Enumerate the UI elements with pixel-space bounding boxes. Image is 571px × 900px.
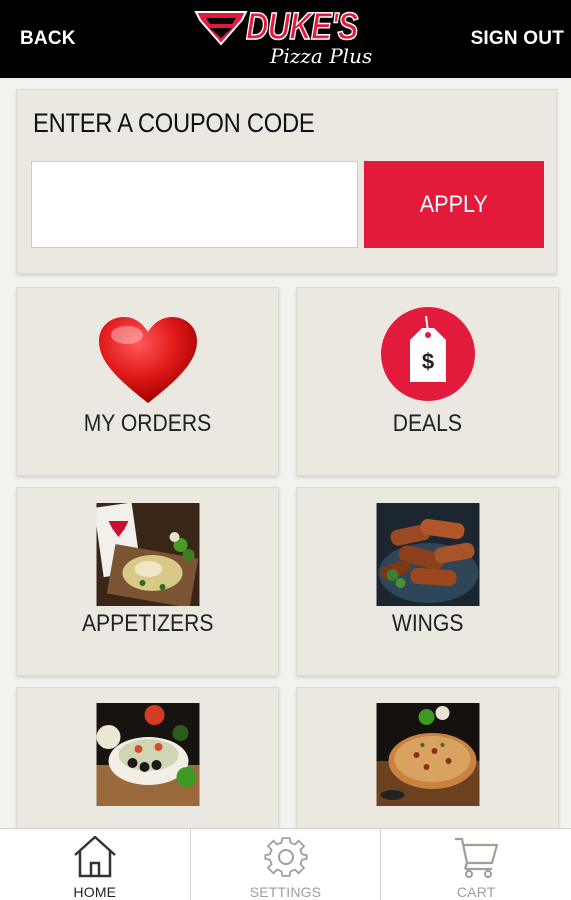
- tab-label: SETTINGS: [249, 884, 322, 900]
- gear-icon: [263, 837, 308, 877]
- price-tag-icon: $: [381, 307, 475, 401]
- app-header: BACK DUKE'S Pizza Plus SIGN OUT: [0, 0, 571, 78]
- tile-label: MY ORDERS: [83, 410, 212, 437]
- coupon-panel: ENTER A COUPON CODE APPLY: [16, 89, 557, 274]
- logo-word: DUKE'S: [245, 5, 359, 49]
- tab-settings[interactable]: SETTINGS: [191, 829, 382, 900]
- tab-label: HOME: [73, 884, 117, 900]
- bottom-tab-bar: HOME SETTINGS CART: [0, 828, 571, 900]
- salad-image: [96, 703, 199, 806]
- apply-button[interactable]: APPLY: [364, 161, 544, 248]
- apply-label: APPLY: [419, 190, 489, 218]
- tab-label: CART: [456, 884, 496, 900]
- tile-my-orders[interactable]: MY ORDERS: [16, 287, 279, 476]
- tile-label: WINGS: [391, 610, 464, 637]
- cart-icon: [455, 837, 499, 878]
- tile-deals[interactable]: $ DEALS: [296, 287, 559, 476]
- tile-appetizers[interactable]: APPETIZERS: [16, 487, 279, 676]
- heart-icon: [99, 317, 197, 403]
- tile-label: DEALS: [392, 410, 463, 437]
- tab-home[interactable]: HOME: [0, 829, 191, 900]
- home-icon: [73, 835, 116, 878]
- coupon-code-input[interactable]: [31, 161, 358, 248]
- appetizers-image: [96, 503, 199, 606]
- shield-icon: [194, 11, 248, 46]
- logo-subtitle: Pizza Plus: [270, 44, 373, 68]
- tab-cart[interactable]: CART: [381, 829, 571, 900]
- tile-label: APPETIZERS: [81, 610, 214, 637]
- wings-image: [376, 503, 479, 606]
- sign-out-button[interactable]: SIGN OUT: [471, 28, 564, 50]
- tile-wings[interactable]: WINGS: [296, 487, 559, 676]
- svg-text:$: $: [422, 349, 434, 374]
- dukes-logo: DUKE'S Pizza Plus: [192, 2, 384, 74]
- coupon-title: ENTER A COUPON CODE: [33, 108, 315, 138]
- pizza-image: [376, 703, 479, 806]
- back-button[interactable]: BACK: [20, 28, 76, 50]
